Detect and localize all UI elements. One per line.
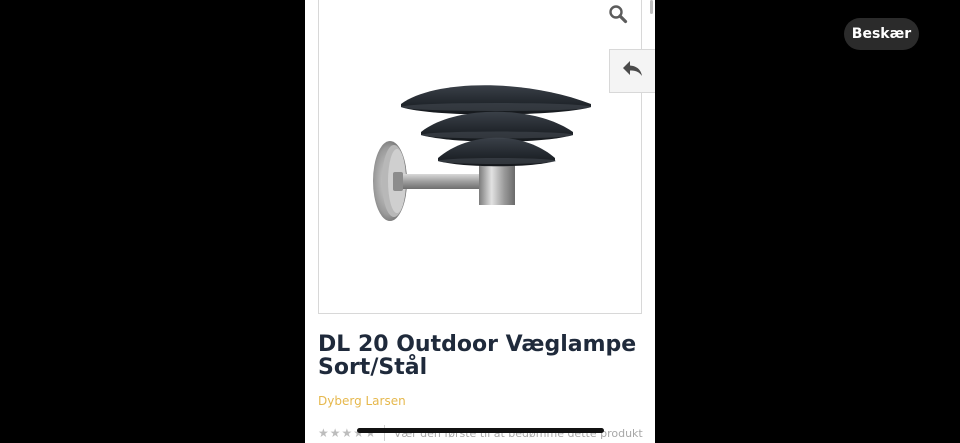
- star-icon[interactable]: ★: [318, 427, 329, 439]
- home-indicator: [357, 428, 604, 433]
- star-icon[interactable]: ★: [330, 427, 341, 439]
- scrollbar-thumb[interactable]: [650, 0, 653, 14]
- brand-link[interactable]: Dyberg Larsen: [318, 394, 406, 408]
- product-image-wall-lamp: [363, 80, 593, 226]
- star-icon[interactable]: ★: [342, 427, 353, 439]
- reply-arrow-icon: [621, 59, 645, 83]
- product-title: DL 20 Outdoor Væglampe Sort/Stål: [318, 332, 637, 380]
- back-button[interactable]: [609, 49, 655, 93]
- crop-button[interactable]: Beskær: [844, 18, 919, 50]
- magnifier-icon[interactable]: [608, 4, 630, 26]
- screen: DL 20 Outdoor Væglampe Sort/Stål Dyberg …: [0, 0, 960, 443]
- rating-row: ★ ★ ★ ★ ★ Vær den første til at bedømme …: [318, 424, 643, 442]
